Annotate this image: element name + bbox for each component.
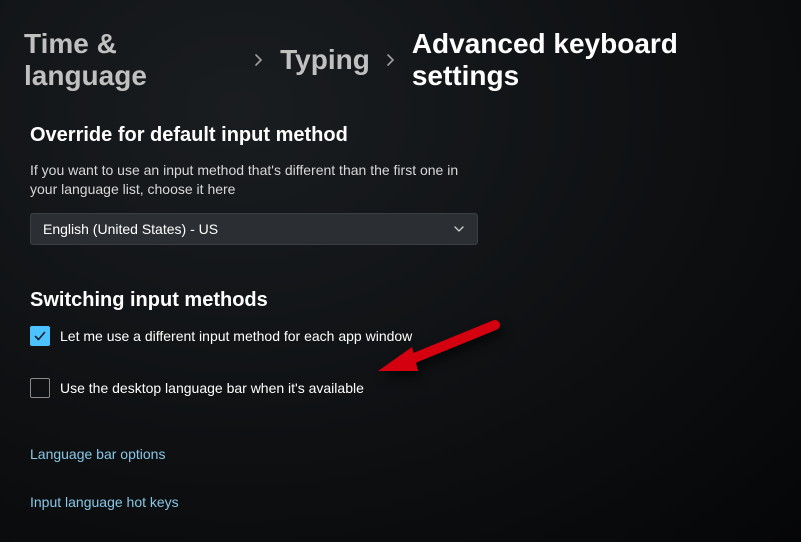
checkbox-per-app-input[interactable] — [30, 326, 50, 346]
chevron-right-icon — [254, 53, 264, 67]
input-method-dropdown[interactable]: English (United States) - US — [30, 213, 478, 245]
breadcrumb-typing[interactable]: Typing — [280, 44, 370, 76]
checkbox-desktop-lang-bar[interactable] — [30, 378, 50, 398]
breadcrumb: Time & language Typing Advanced keyboard… — [0, 0, 801, 110]
link-input-language-hotkeys[interactable]: Input language hot keys — [30, 494, 179, 510]
link-language-bar-options[interactable]: Language bar options — [30, 446, 165, 462]
chevron-down-icon — [453, 225, 465, 233]
checkbox-desktop-lang-bar-label: Use the desktop language bar when it's a… — [60, 380, 364, 396]
dropdown-selected-value: English (United States) - US — [43, 221, 218, 237]
checkbox-per-app-label: Let me use a different input method for … — [60, 328, 412, 344]
breadcrumb-time-language[interactable]: Time & language — [24, 28, 238, 92]
section-title-switching: Switching input methods — [30, 289, 771, 312]
breadcrumb-advanced-keyboard: Advanced keyboard settings — [412, 28, 777, 92]
override-description: If you want to use an input method that'… — [30, 161, 470, 199]
chevron-right-icon — [386, 53, 396, 67]
section-title-override: Override for default input method — [30, 124, 771, 147]
